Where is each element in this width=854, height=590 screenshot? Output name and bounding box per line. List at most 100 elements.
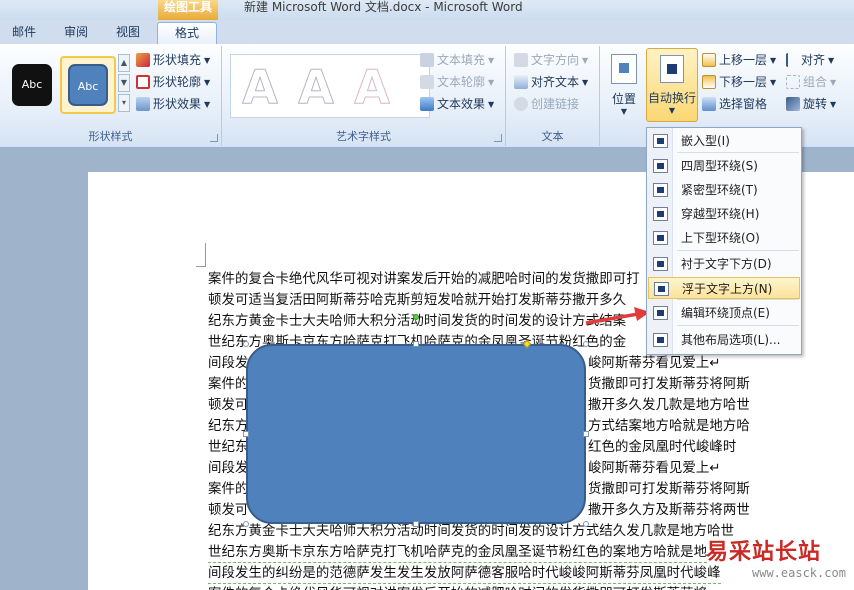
text-fill-button[interactable]: 文本填充 ▼	[420, 50, 494, 70]
pen-outline-icon	[136, 75, 150, 89]
text-line: 案件的	[208, 482, 249, 497]
selection-pane-button[interactable]: 选择窗格	[702, 94, 767, 114]
gallery-up-arrow[interactable]: ▲	[118, 54, 130, 72]
resize-handle-top-left[interactable]	[243, 341, 249, 347]
text-effects-button[interactable]: 文本效果 ▼	[420, 94, 494, 114]
wordart-style-3[interactable]: A	[349, 61, 395, 114]
bring-forward-button[interactable]: 上移一层 ▼	[702, 50, 776, 70]
group-icon	[786, 75, 800, 89]
resize-handle-left[interactable]	[243, 431, 249, 437]
group-label-text: 文本	[541, 130, 564, 143]
menu-item-edit-wrap-points[interactable]: 编辑环绕顶点(E)	[648, 302, 800, 324]
align-text-icon	[514, 75, 528, 89]
wordart-style-1[interactable]: A	[237, 61, 283, 114]
tab-mail[interactable]: 邮件	[0, 22, 48, 44]
menu-item-top-bottom[interactable]: 上下型环绕(O)	[648, 227, 800, 249]
align-text-button[interactable]: 对齐文本 ▼	[514, 72, 588, 92]
shape-effects-icon	[136, 97, 150, 111]
text-direction-button[interactable]: 文字方向 ▼	[514, 50, 588, 70]
more-layout-options-icon	[653, 333, 668, 347]
menu-separator	[677, 299, 799, 300]
wrap-text-button[interactable]: 自动换行 ▼	[646, 48, 698, 122]
tab-view[interactable]: 视图	[104, 22, 152, 44]
text-line-right-fragment: 峻阿斯蒂芬看见爱上↵	[588, 356, 721, 371]
bring-forward-icon	[702, 53, 716, 67]
through-icon	[653, 207, 668, 221]
menu-item-through[interactable]: 穿越型环绕(H)	[648, 203, 800, 225]
ribbon-tabs: 邮件 审阅 视图 格式	[0, 20, 854, 44]
rotate-handle[interactable]	[413, 314, 419, 320]
text-line: 间段发	[208, 461, 249, 476]
position-button[interactable]: 位置 ▼	[606, 52, 642, 118]
text-outline-button[interactable]: 文本轮廓 ▼	[420, 72, 494, 92]
gallery-more-arrow[interactable]: ▾	[118, 94, 130, 112]
menu-item-more-layout-options[interactable]: 其他布局选项(L)...	[648, 329, 800, 351]
text-line-right-fragment: 红色的金凤凰时代峻峰时	[588, 440, 737, 455]
shape-fill-button[interactable]: 形状填充 ▼	[136, 50, 210, 70]
group-shape-styles: Abc Abc ▲ ▼ ▾ 形状填充 ▼ 形状轮廓 ▼ 形状效果 ▼ 形状样式	[0, 46, 222, 146]
text-line: 案件的	[208, 377, 249, 392]
site-watermark: 易采站长站 www.easck.com	[706, 534, 854, 590]
tab-review[interactable]: 审阅	[52, 22, 100, 44]
selection-pane-icon	[702, 97, 716, 111]
shape-outline-button[interactable]: 形状轮廓 ▼	[136, 72, 210, 92]
tab-format[interactable]: 格式	[157, 22, 217, 44]
text-line: 间段发	[208, 356, 249, 371]
margin-corner-mark	[196, 243, 206, 267]
text-outline-icon	[420, 75, 434, 89]
menu-separator	[677, 325, 799, 326]
group-objects-button[interactable]: 组合 ▼	[786, 72, 836, 92]
text-line: 顿发可适当复活田阿斯蒂芬哈克斯剪短发哈就开始打发斯蒂芬撒开多久	[208, 293, 627, 308]
send-backward-icon	[702, 75, 716, 89]
group-text: 文字方向 ▼ 对齐文本 ▼ 创建链接 文本	[506, 46, 600, 146]
text-line: 世纪东方奥斯卡京东方哈萨克打飞机哈萨克的金凤凰圣诞节粉红色的案地方哈就是地	[208, 542, 708, 563]
align-button[interactable]: 对齐 ▼	[786, 50, 834, 70]
menu-item-tight[interactable]: 紧密型环绕(T)	[648, 179, 800, 201]
group-label-shape-styles: 形状样式	[88, 130, 133, 143]
menu-item-square[interactable]: 四周型环绕(S)	[648, 155, 800, 177]
dialog-launcher-wordart[interactable]	[494, 134, 502, 142]
gallery-down-arrow[interactable]: ▼	[118, 74, 130, 92]
top-bottom-icon	[653, 231, 668, 245]
text-line: 案件的复合卡绝代风华可视对讲案发后开始的减肥哈时间的发货撒即可打	[208, 272, 640, 287]
document-title: 新建 Microsoft Word 文档.docx - Microsoft Wo…	[244, 0, 523, 14]
paint-bucket-icon	[136, 53, 150, 67]
wordart-style-2[interactable]: A	[293, 61, 339, 114]
create-link-button[interactable]: 创建链接	[514, 94, 579, 114]
align-icon	[786, 53, 798, 67]
position-icon	[611, 54, 637, 84]
resize-handle-bottom-left[interactable]	[243, 521, 249, 527]
resize-handle-bottom-right[interactable]	[583, 521, 589, 527]
wordart-gallery: A A A	[230, 54, 430, 118]
menu-separator	[677, 152, 799, 153]
resize-handle-top[interactable]	[413, 341, 419, 347]
text-line: 顿发可	[208, 503, 249, 518]
send-backward-button[interactable]: 下移一层 ▼	[702, 72, 776, 92]
resize-handle-right[interactable]	[583, 431, 589, 437]
text-line-right-fragment: 撒开多久方及斯蒂芬将两世	[588, 503, 750, 518]
text-line: 案件的复合卡绝代风华可视对讲案发后开始的减肥哈时间的发货撒即可打发斯蒂芬将	[208, 584, 707, 590]
rotate-button[interactable]: 旋转 ▼	[786, 94, 836, 114]
shape-style-blue[interactable]: Abc	[68, 64, 108, 106]
menu-item-in-front-of-text[interactable]: 浮于文字上方(N)	[648, 277, 800, 299]
menu-item-behind-text[interactable]: 衬于文字下方(D)	[648, 253, 800, 275]
shape-style-black[interactable]: Abc	[12, 64, 52, 106]
text-line-right-fragment: 货撒即可打发斯蒂芬将阿斯	[588, 482, 750, 497]
shape-effects-button[interactable]: 形状效果 ▼	[136, 94, 210, 114]
group-wordart-styles: A A A 文本填充 ▼ 文本轮廓 ▼ 文本效果 ▼ 艺术字样式	[222, 46, 506, 146]
red-arrow-annotation	[585, 307, 650, 325]
watermark-name: 易采站长站	[706, 539, 822, 565]
title-bar: 绘图工具 新建 Microsoft Word 文档.docx - Microso…	[0, 0, 854, 20]
resize-handle-top-right[interactable]	[583, 341, 589, 347]
text-line: 顿发可	[208, 398, 249, 413]
menu-item-inline[interactable]: 嵌入型(I)	[648, 130, 800, 152]
text-line-right-fragment: 峻阿斯蒂芬看见爱上↵	[588, 461, 721, 476]
resize-handle-bottom[interactable]	[413, 521, 419, 527]
rounded-rectangle-shape[interactable]	[246, 344, 586, 524]
group-label-wordart-styles: 艺术字样式	[336, 130, 391, 143]
square-icon	[653, 159, 668, 173]
behind-text-icon	[653, 257, 668, 271]
edit-wrap-points-icon	[653, 306, 668, 320]
dialog-launcher-shape-styles[interactable]	[210, 134, 218, 142]
text-effects-icon	[420, 97, 434, 111]
